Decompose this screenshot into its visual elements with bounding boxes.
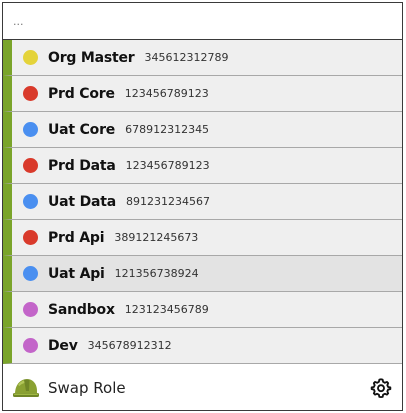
role-name: Sandbox [48, 301, 115, 318]
account-id: 345678912312 [87, 339, 172, 352]
role-name: Prd Api [48, 229, 105, 246]
role-item-org-master[interactable]: Org Master 345612312789 [3, 40, 402, 76]
color-dot-icon [23, 122, 38, 137]
account-id: 345612312789 [144, 51, 229, 64]
role-item-uat-data[interactable]: Uat Data 891231234567 [3, 184, 402, 220]
account-id: 121356738924 [114, 267, 199, 280]
color-dot-icon [23, 50, 38, 65]
role-item-dev[interactable]: Dev 345678912312 [3, 328, 402, 364]
color-dot-icon [23, 158, 38, 173]
role-item-prd-core[interactable]: Prd Core 123456789123 [3, 76, 402, 112]
role-name: Uat Api [48, 265, 105, 282]
role-list: Org Master 345612312789 Prd Core 1234567… [3, 40, 402, 364]
search-input[interactable] [13, 14, 392, 28]
role-name: Uat Data [48, 193, 116, 210]
role-name: Prd Core [48, 85, 115, 102]
color-dot-icon [23, 230, 38, 245]
color-dot-icon [23, 338, 38, 353]
color-dot-icon [23, 302, 38, 317]
color-dot-icon [23, 86, 38, 101]
role-item-sandbox[interactable]: Sandbox 123123456789 [3, 292, 402, 328]
account-id: 123456789123 [124, 87, 209, 100]
account-id: 678912312345 [125, 123, 210, 136]
role-item-uat-api[interactable]: Uat Api 121356738924 [3, 256, 402, 292]
color-dot-icon [23, 266, 38, 281]
account-id: 389121245673 [114, 231, 199, 244]
account-id: 891231234567 [126, 195, 210, 208]
role-switcher-panel: Org Master 345612312789 Prd Core 1234567… [2, 2, 403, 411]
role-item-uat-core[interactable]: Uat Core 678912312345 [3, 112, 402, 148]
gear-icon[interactable] [370, 377, 392, 399]
role-name: Prd Data [48, 157, 116, 174]
color-dot-icon [23, 194, 38, 209]
role-item-prd-api[interactable]: Prd Api 389121245673 [3, 220, 402, 256]
footer-bar: Swap Role [3, 366, 402, 410]
role-item-prd-data[interactable]: Prd Data 123456789123 [3, 148, 402, 184]
helmet-icon [13, 379, 39, 397]
swap-role-label: Swap Role [48, 379, 126, 397]
account-id: 123123456789 [124, 303, 209, 316]
role-name: Org Master [48, 49, 135, 66]
role-name: Dev [48, 337, 78, 354]
role-name: Uat Core [48, 121, 116, 138]
account-id: 123456789123 [125, 159, 210, 172]
search-bar [3, 3, 402, 40]
